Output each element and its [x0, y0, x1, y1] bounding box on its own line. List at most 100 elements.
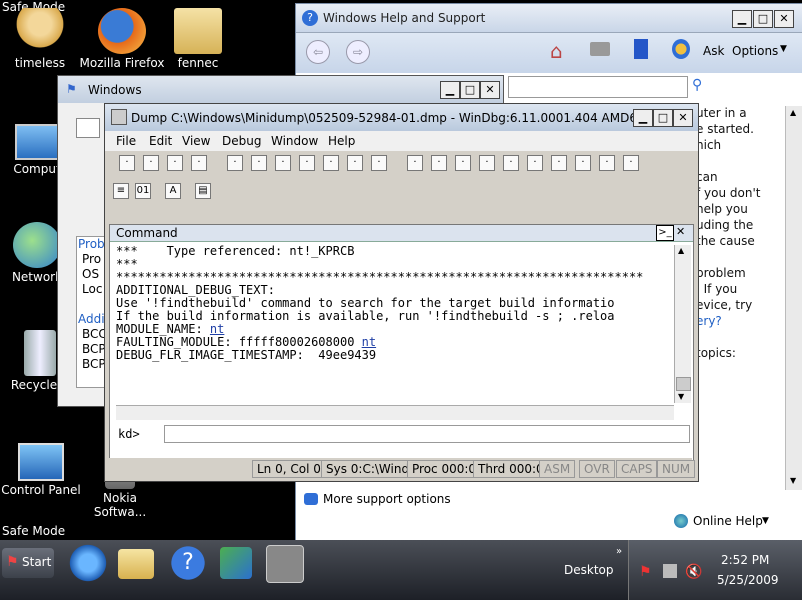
- command-input[interactable]: [164, 425, 690, 443]
- registers-icon[interactable]: ·: [527, 155, 543, 171]
- go-icon[interactable]: ·: [227, 155, 243, 171]
- home-icon[interactable]: ⌂: [550, 39, 563, 63]
- desktop-icon-fennec[interactable]: fennec: [153, 8, 243, 70]
- windbg-close-button[interactable]: ✕: [673, 109, 693, 127]
- browse-book-icon[interactable]: [634, 39, 648, 59]
- security-center-icon[interactable]: [220, 547, 252, 579]
- restart-icon[interactable]: ·: [251, 155, 267, 171]
- paste-icon[interactable]: ·: [191, 155, 207, 171]
- locals-icon[interactable]: ·: [503, 155, 519, 171]
- windows-list-item[interactable]: BCP: [77, 342, 107, 357]
- action-center-flag-icon[interactable]: ⚑: [639, 564, 652, 580]
- options-icon[interactable]: ▤: [195, 183, 211, 199]
- cut-icon[interactable]: ·: [143, 155, 159, 171]
- font-icon[interactable]: A: [165, 183, 181, 199]
- desktop-icon-timeless[interactable]: timeless: [0, 8, 85, 70]
- breakpoint-icon[interactable]: ·: [431, 155, 447, 171]
- start-button[interactable]: ⚑ Start: [2, 548, 54, 578]
- back-arrow-icon[interactable]: ⇦: [306, 40, 330, 64]
- step-into-icon[interactable]: ·: [323, 155, 339, 171]
- call-stack-icon[interactable]: ·: [575, 155, 591, 171]
- command-close-icon[interactable]: ✕: [676, 225, 685, 238]
- windows-list-item[interactable]: Prob: [77, 237, 107, 252]
- module-link[interactable]: nt: [362, 335, 376, 349]
- windbg-taskbar-icon[interactable]: [266, 545, 304, 583]
- windows-explorer-icon[interactable]: [118, 549, 154, 579]
- help-scroll-down-icon[interactable]: ▼: [790, 476, 796, 485]
- menu-edit[interactable]: Edit: [149, 134, 172, 148]
- help-close-button[interactable]: ✕: [774, 10, 794, 28]
- help-scrollbar[interactable]: ▲ ▼: [785, 106, 802, 490]
- disassembly-icon[interactable]: ·: [599, 155, 615, 171]
- internet-explorer-icon[interactable]: [66, 543, 110, 583]
- windows-list-item[interactable]: OS: [77, 267, 107, 282]
- open-icon[interactable]: ·: [119, 155, 135, 171]
- network-tray-icon[interactable]: [663, 564, 677, 578]
- help-maximize-button[interactable]: □: [753, 10, 773, 28]
- help-title-bar[interactable]: ? Windows Help and Support ▁ □ ✕: [296, 4, 802, 33]
- help-minimize-button[interactable]: ▁: [732, 10, 752, 28]
- windbg-minimize-button[interactable]: ▁: [633, 109, 653, 127]
- clock-time[interactable]: 2:52 PM: [721, 553, 769, 567]
- more-support-link[interactable]: More support options: [323, 492, 451, 506]
- options-chevron-icon[interactable]: ▼: [780, 44, 787, 54]
- print-icon[interactable]: [590, 42, 610, 56]
- windbg-toolbar-2: ≡ 01 A ▤: [109, 180, 219, 204]
- stop-debugging-icon[interactable]: ·: [275, 155, 291, 171]
- clock-date[interactable]: 5/25/2009: [717, 573, 779, 587]
- windows-minimize-button[interactable]: ▁: [440, 81, 460, 99]
- step-out-icon[interactable]: ·: [371, 155, 387, 171]
- break-icon[interactable]: ·: [299, 155, 315, 171]
- memory-icon[interactable]: ·: [551, 155, 567, 171]
- forward-arrow-icon[interactable]: ⇨: [346, 40, 370, 64]
- search-icon[interactable]: ⚲: [692, 77, 702, 93]
- windows-list-item[interactable]: BCC: [77, 327, 107, 342]
- ask-people-icon[interactable]: [672, 39, 690, 59]
- hex-display-icon[interactable]: 01: [135, 183, 151, 199]
- options-button[interactable]: Options: [732, 44, 778, 58]
- source-mode-icon[interactable]: ≡: [113, 183, 129, 199]
- windbg-menu-bar: File Edit View Debug Window Help: [105, 131, 698, 151]
- volume-muted-icon[interactable]: 🔇: [685, 564, 702, 580]
- toolbar-expand-icon[interactable]: »: [616, 546, 622, 557]
- cmd-scroll-up-icon[interactable]: ▲: [678, 246, 684, 255]
- module-link[interactable]: nt: [210, 322, 224, 336]
- windows-list-item[interactable]: [77, 297, 107, 312]
- ask-button[interactable]: Ask: [703, 44, 724, 58]
- command-hscrollbar[interactable]: [116, 405, 674, 420]
- help-search-input[interactable]: [508, 76, 688, 98]
- menu-window[interactable]: Window: [271, 134, 318, 148]
- command-vscrollbar[interactable]: ▲ ▼: [674, 245, 691, 403]
- windbg-maximize-button[interactable]: □: [653, 109, 673, 127]
- command-window-icon[interactable]: ·: [455, 155, 471, 171]
- desktop-toolbar-label[interactable]: Desktop: [564, 563, 614, 577]
- menu-view[interactable]: View: [182, 134, 210, 148]
- menu-file[interactable]: File: [116, 134, 136, 148]
- command-pane[interactable]: Command >_ ✕ *** Type referenced: nt!_KP…: [109, 224, 694, 476]
- watch-icon[interactable]: ·: [479, 155, 495, 171]
- cmd-scroll-thumb[interactable]: [676, 377, 691, 391]
- command-dock-icon[interactable]: >_: [656, 225, 674, 241]
- help-taskbar-icon[interactable]: ?: [166, 543, 210, 583]
- windbg-window[interactable]: Dump C:\Windows\Minidump\052509-52984-01…: [104, 103, 699, 482]
- step-over-icon[interactable]: ·: [347, 155, 363, 171]
- windbg-title-bar[interactable]: Dump C:\Windows\Minidump\052509-52984-01…: [105, 104, 698, 131]
- windows-list-item[interactable]: Addi: [77, 312, 107, 327]
- scratch-pad-icon[interactable]: ·: [623, 155, 639, 171]
- windows-maximize-button[interactable]: □: [460, 81, 480, 99]
- windows-list-item[interactable]: BCP: [77, 357, 107, 372]
- windows-list-item[interactable]: Loc: [77, 282, 107, 297]
- online-help-chevron-icon[interactable]: ▼: [762, 516, 769, 526]
- windows-list-item[interactable]: Pro: [77, 252, 107, 267]
- help-scroll-up-icon[interactable]: ▲: [790, 108, 796, 117]
- online-help-button[interactable]: Online Help: [693, 514, 763, 528]
- windows-close-button[interactable]: ✕: [480, 81, 500, 99]
- run-to-cursor-icon[interactable]: ·: [407, 155, 423, 171]
- windows-title-bar[interactable]: ⚑ Windows ▁ □ ✕: [58, 76, 503, 103]
- help-question-icon: ?: [302, 10, 318, 26]
- copy-icon[interactable]: ·: [167, 155, 183, 171]
- menu-debug[interactable]: Debug: [222, 134, 261, 148]
- cmd-scroll-down-icon[interactable]: ▼: [678, 392, 684, 401]
- desktop-icon-control-panel[interactable]: Control Panel: [0, 443, 86, 497]
- menu-help[interactable]: Help: [328, 134, 355, 148]
